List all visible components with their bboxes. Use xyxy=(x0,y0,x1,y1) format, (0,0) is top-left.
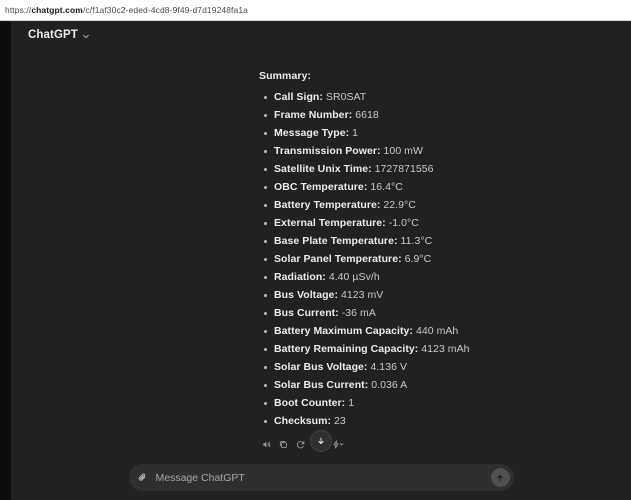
telemetry-label: OBC Temperature: xyxy=(274,181,368,193)
message-input[interactable] xyxy=(149,471,491,484)
telemetry-label: Battery Maximum Capacity: xyxy=(274,325,413,337)
telemetry-item: Satellite Unix Time: 1727871556 xyxy=(259,160,601,178)
assistant-message: Summary: Call Sign: SR0SAT Frame Number: … xyxy=(11,48,631,430)
telemetry-item: Solar Panel Temperature: 6.9°C xyxy=(259,250,601,268)
url-path: /c/f1af30c2-eded-4cd8-9f49-d7d19248fa1a xyxy=(82,5,249,15)
url-prefix: https:// xyxy=(5,5,32,15)
model-name-label: ChatGPT xyxy=(28,28,78,41)
telemetry-item: Frame Number: 6618 xyxy=(259,106,601,124)
telemetry-label: Bus Current: xyxy=(274,307,339,319)
telemetry-list: Call Sign: SR0SAT Frame Number: 6618 Messa… xyxy=(259,88,601,430)
telemetry-label: External Temperature: xyxy=(274,217,386,229)
telemetry-value: 4123 mV xyxy=(340,289,384,301)
telemetry-value: 23 xyxy=(334,415,346,427)
telemetry-value: 4.40 µSv/h xyxy=(328,271,380,283)
telemetry-value: 4123 mAh xyxy=(421,343,470,355)
telemetry-value: -1.0°C xyxy=(388,217,419,229)
conversation-thread[interactable]: Summary: Call Sign: SR0SAT Frame Number: … xyxy=(11,48,631,500)
chatgpt-app: ChatGPT Summary: Call Sign: SR0SAT Frame … xyxy=(0,21,631,500)
telemetry-label: Message Type: xyxy=(274,127,350,139)
telemetry-value: -36 mA xyxy=(341,307,376,319)
telemetry-label: Solar Panel Temperature: xyxy=(274,253,402,265)
telemetry-label: Checksum: xyxy=(274,415,332,427)
top-header-bar: ChatGPT xyxy=(11,21,631,48)
composer-container xyxy=(11,456,631,500)
telemetry-label: Satellite Unix Time: xyxy=(274,163,372,175)
telemetry-label: Solar Bus Current: xyxy=(274,379,369,391)
telemetry-item: Bus Current: -36 mA xyxy=(259,304,601,322)
telemetry-item: Boot Counter: 1 xyxy=(259,394,601,412)
send-button[interactable] xyxy=(490,468,510,487)
model-switcher-button[interactable]: ChatGPT xyxy=(22,26,96,44)
telemetry-label: Battery Temperature: xyxy=(274,199,381,211)
telemetry-item: Base Plate Temperature: 11.3°C xyxy=(259,232,601,250)
summary-heading: Summary: xyxy=(259,70,312,82)
telemetry-label: Solar Bus Voltage: xyxy=(274,361,368,373)
copy-icon[interactable] xyxy=(276,437,291,452)
telemetry-item: External Temperature: -1.0°C xyxy=(259,214,601,232)
telemetry-label: Boot Counter: xyxy=(274,397,346,409)
telemetry-value: 11.3°C xyxy=(400,235,433,247)
scroll-to-bottom-button[interactable] xyxy=(310,430,332,452)
url-text: https://chatgpt.com/c/f1af30c2-eded-4cd8… xyxy=(5,5,248,15)
telemetry-value: 100 mW xyxy=(383,145,423,157)
telemetry-item: Checksum: 23 xyxy=(259,412,601,430)
telemetry-value: 1727871556 xyxy=(374,163,434,175)
telemetry-value: 22.9°C xyxy=(383,199,416,211)
chevron-down-icon xyxy=(82,32,90,40)
telemetry-value: 6.9°C xyxy=(404,253,432,265)
telemetry-label: Call Sign: xyxy=(274,91,323,103)
telemetry-value: SR0SAT xyxy=(325,91,367,103)
telemetry-label: Battery Remaining Capacity: xyxy=(274,343,419,355)
telemetry-value: 440 mAh xyxy=(415,325,459,337)
telemetry-value: 0.036 A xyxy=(371,379,408,391)
browser-url-bar[interactable]: https://chatgpt.com/c/f1af30c2-eded-4cd8… xyxy=(0,0,631,21)
telemetry-item: Battery Remaining Capacity: 4123 mAh xyxy=(259,340,601,358)
telemetry-item: OBC Temperature: 16.4°C xyxy=(259,178,601,196)
telemetry-value: 6618 xyxy=(355,109,379,121)
telemetry-label: Frame Number: xyxy=(274,109,353,121)
telemetry-item: Battery Maximum Capacity: 440 mAh xyxy=(259,322,601,340)
telemetry-label: Bus Voltage: xyxy=(274,289,338,301)
sidebar-rail[interactable] xyxy=(0,21,11,500)
composer[interactable] xyxy=(128,464,514,491)
telemetry-label: Base Plate Temperature: xyxy=(274,235,398,247)
telemetry-item: Battery Temperature: 22.9°C xyxy=(259,196,601,214)
assistant-message-content: Summary: Call Sign: SR0SAT Frame Number: … xyxy=(11,48,631,430)
main-area: ChatGPT Summary: Call Sign: SR0SAT Frame … xyxy=(11,21,631,500)
telemetry-value: 1 xyxy=(352,127,359,139)
telemetry-label: Transmission Power: xyxy=(274,145,381,157)
read-aloud-icon[interactable] xyxy=(259,437,274,452)
telemetry-value: 4.136 V xyxy=(370,361,407,373)
telemetry-value: 16.4°C xyxy=(370,181,403,193)
telemetry-item: Message Type: 1 xyxy=(259,124,601,142)
telemetry-item: Radiation: 4.40 µSv/h xyxy=(259,268,601,286)
telemetry-item: Transmission Power: 100 mW xyxy=(259,142,601,160)
regenerate-icon[interactable] xyxy=(293,437,308,452)
telemetry-item: Solar Bus Voltage: 4.136 V xyxy=(259,358,601,376)
telemetry-value: 1 xyxy=(348,397,355,409)
url-host: chatgpt.com xyxy=(31,5,83,15)
telemetry-item: Call Sign: SR0SAT xyxy=(259,88,601,106)
telemetry-label: Radiation: xyxy=(274,271,326,283)
telemetry-item: Bus Voltage: 4123 mV xyxy=(259,286,601,304)
paperclip-icon[interactable] xyxy=(136,471,150,485)
telemetry-item: Solar Bus Current: 0.036 A xyxy=(259,376,601,394)
